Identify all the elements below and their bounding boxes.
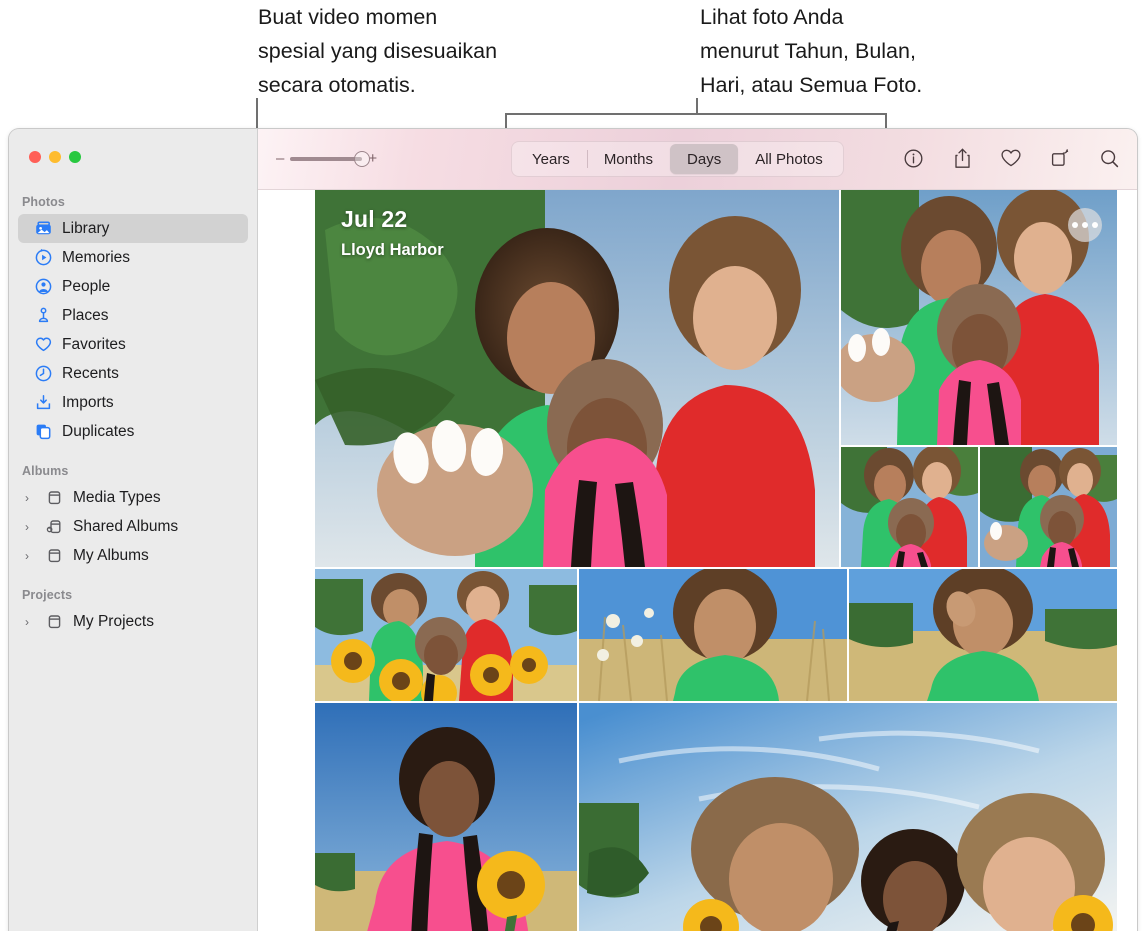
photos-app-window: Photos Library — [8, 128, 1138, 931]
sidebar-item-label: My Albums — [73, 547, 149, 565]
sidebar-item-label: My Projects — [73, 613, 154, 631]
sidebar-item-imports[interactable]: Imports — [18, 388, 248, 417]
photo-item[interactable] — [579, 569, 847, 701]
sidebar-item-label: Recents — [62, 365, 119, 383]
sidebar-item-duplicates[interactable]: Duplicates — [18, 417, 248, 446]
sidebar-section-photos-title: Photos — [9, 195, 257, 214]
people-icon — [34, 277, 53, 296]
callout-right-leader-vertical — [696, 98, 698, 114]
sidebar-item-label: Shared Albums — [73, 518, 178, 536]
sidebar-item-shared-albums[interactable]: › Shared Albums — [18, 512, 248, 541]
sidebar-item-media-types[interactable]: › Media Types — [18, 483, 248, 512]
info-icon[interactable] — [901, 145, 925, 171]
chevron-right-icon[interactable]: › — [18, 550, 36, 562]
photo-item[interactable] — [315, 569, 577, 701]
sidebar-item-my-albums[interactable]: › My Albums — [18, 541, 248, 570]
chevron-right-icon[interactable]: › — [18, 616, 36, 628]
photo-grid: Jul 22 Lloyd Harbor — [258, 190, 1138, 931]
callout-right-text: Lihat foto Anda menurut Tahun, Bulan, Ha… — [700, 0, 1030, 102]
callout-right-bracket-top — [505, 113, 887, 115]
photo-item[interactable] — [980, 447, 1117, 567]
sidebar-item-label: Media Types — [73, 489, 161, 507]
duplicates-icon — [34, 422, 53, 441]
chevron-right-icon[interactable]: › — [18, 492, 36, 504]
sidebar-section-albums-title: Albums — [9, 464, 257, 483]
sidebar-item-memories[interactable]: Memories — [18, 243, 248, 272]
toolbar: – + Years Months Days All Photos — [258, 129, 1138, 190]
more-dot — [1082, 222, 1088, 228]
favorites-icon — [34, 335, 53, 354]
minimize-button[interactable] — [49, 151, 61, 163]
tab-days[interactable]: Days — [670, 144, 738, 174]
chevron-right-icon[interactable]: › — [18, 521, 36, 533]
memories-icon — [34, 248, 53, 267]
zoom-slider-knob[interactable] — [354, 151, 370, 167]
zoom-slider-track[interactable] — [290, 157, 362, 161]
tab-months[interactable]: Months — [587, 144, 670, 174]
zoom-slider[interactable]: – + — [276, 151, 377, 166]
tab-years[interactable]: Years — [515, 144, 587, 174]
close-button[interactable] — [29, 151, 41, 163]
sidebar-item-label: People — [62, 278, 110, 296]
sidebar-item-label: Library — [62, 220, 109, 238]
search-icon[interactable] — [1097, 145, 1121, 171]
sidebar-list: Photos Library — [9, 195, 257, 636]
sidebar-item-places[interactable]: Places — [18, 301, 248, 330]
sidebar-item-label: Duplicates — [62, 423, 134, 441]
imports-icon — [34, 393, 53, 412]
sidebar-item-recents[interactable]: Recents — [18, 359, 248, 388]
photo-item[interactable]: Jul 22 Lloyd Harbor — [315, 190, 839, 567]
sidebar-item-my-projects[interactable]: › My Projects — [18, 607, 248, 636]
places-icon — [34, 306, 53, 325]
library-icon — [34, 219, 53, 238]
photo-item[interactable] — [841, 447, 978, 567]
sidebar-item-label: Favorites — [62, 336, 126, 354]
album-icon — [45, 612, 64, 631]
callout-left-text: Buat video momen spesial yang disesuaika… — [258, 0, 598, 102]
sidebar-item-label: Places — [62, 307, 109, 325]
window-controls — [29, 151, 81, 163]
sidebar-item-favorites[interactable]: Favorites — [18, 330, 248, 359]
share-icon[interactable] — [950, 145, 974, 171]
favorite-heart-icon[interactable] — [999, 145, 1023, 171]
zoom-button[interactable] — [69, 151, 81, 163]
sidebar: Photos Library — [9, 129, 258, 931]
photo-item[interactable] — [315, 703, 577, 931]
recents-icon — [34, 364, 53, 383]
toolbar-actions — [901, 145, 1121, 171]
callout-right-bracket-right — [885, 113, 887, 129]
sidebar-section-projects-title: Projects — [9, 588, 257, 607]
more-options-button[interactable] — [1068, 208, 1102, 242]
sidebar-item-people[interactable]: People — [18, 272, 248, 301]
more-dot — [1092, 222, 1098, 228]
tab-all-photos[interactable]: All Photos — [738, 144, 840, 174]
album-icon — [45, 546, 64, 565]
shared-album-icon — [45, 517, 64, 536]
sidebar-item-library[interactable]: Library — [18, 214, 248, 243]
photo-item[interactable] — [579, 703, 1117, 931]
zoom-out-label[interactable]: – — [276, 151, 284, 166]
rotate-icon[interactable] — [1048, 145, 1072, 171]
photo-item[interactable] — [849, 569, 1117, 701]
view-mode-segmented-control[interactable]: Years Months Days All Photos — [511, 141, 844, 177]
callout-right-bracket-left — [505, 113, 507, 129]
sidebar-item-label: Imports — [62, 394, 114, 412]
photo-item[interactable] — [841, 190, 1117, 445]
album-icon — [45, 488, 64, 507]
sidebar-item-label: Memories — [62, 249, 130, 267]
more-dot — [1072, 222, 1078, 228]
